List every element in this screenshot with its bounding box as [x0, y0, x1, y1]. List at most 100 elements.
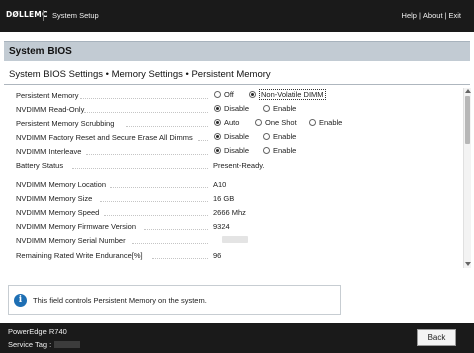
setting-row-persistent-memory-scrubbing: Persistent Memory Scrubbing Auto One Sho…	[4, 116, 464, 130]
radio-icon	[263, 147, 270, 154]
option-label: Disable	[224, 104, 250, 113]
setting-label: NVDIMM Memory Speed	[16, 208, 100, 217]
about-link[interactable]: About	[423, 11, 443, 20]
radio-icon	[263, 133, 270, 140]
setting-row-nvdimm-serial-number: NVDIMM Memory Serial Number	[4, 233, 464, 247]
server-model: PowerEdge R740	[8, 327, 67, 336]
leader-dots	[86, 154, 208, 155]
setting-value: A10	[213, 180, 227, 189]
settings-scrollbar[interactable]	[463, 88, 471, 268]
setting-label: NVDIMM Memory Size	[16, 194, 93, 203]
footer-bar: PowerEdge R740 Service Tag :	[0, 323, 474, 353]
option-label: Enable	[273, 104, 297, 113]
scroll-thumb[interactable]	[465, 96, 470, 144]
setting-row-nvdimm-firmware-version: NVDIMM Memory Firmware Version 9324	[4, 219, 464, 233]
radio-selected-icon	[214, 119, 221, 126]
redaction-block	[222, 236, 248, 243]
setting-label: NVDIMM Factory Reset and Secure Erase Al…	[16, 133, 193, 142]
leader-dots	[84, 112, 208, 113]
option-label: Auto	[224, 118, 240, 127]
setting-label: Persistent Memory	[16, 91, 79, 100]
setting-value: 2666 Mhz	[213, 208, 246, 217]
radio-selected-icon	[249, 91, 256, 98]
info-icon: i	[14, 294, 27, 307]
scrubbing-auto-radio[interactable]: Auto	[214, 118, 239, 127]
scrubbing-enable-radio[interactable]: Enable	[309, 118, 342, 127]
setting-value: 9324	[213, 222, 230, 231]
option-label: Enable	[273, 132, 297, 141]
exit-link[interactable]: Exit	[448, 11, 461, 20]
help-text: This field controls Persistent Memory on…	[33, 296, 207, 305]
persistent-memory-off-radio[interactable]: Off	[214, 90, 234, 99]
back-button[interactable]: Back	[417, 329, 456, 346]
option-label: Disable	[224, 146, 250, 155]
leader-dots	[110, 187, 208, 188]
scroll-down-arrow-icon[interactable]	[465, 262, 471, 266]
radio-icon	[214, 91, 221, 98]
logo-divider	[43, 10, 44, 21]
radio-icon	[255, 119, 262, 126]
setting-label: NVDIMM Read-Only	[16, 105, 85, 114]
setting-label: Battery Status	[16, 161, 64, 170]
leader-dots	[132, 243, 208, 244]
page-title: System BIOS	[9, 46, 72, 57]
setting-row-nvdimm-memory-size: NVDIMM Memory Size 16 GB	[4, 191, 464, 205]
factory-reset-disable-radio[interactable]: Disable	[214, 132, 249, 141]
top-bar: DØLLEMC System Setup Help | About | Exit	[0, 0, 474, 32]
setting-value: 16 GB	[213, 194, 235, 203]
persistent-memory-nvdimm-radio[interactable]: Non-Volatile DIMM	[249, 89, 326, 100]
app-title: System Setup	[52, 11, 99, 20]
radio-selected-icon	[214, 147, 221, 154]
option-label: Enable	[273, 146, 297, 155]
setting-value: 96	[213, 251, 222, 260]
radio-selected-icon	[214, 105, 221, 112]
service-tag-redacted	[54, 341, 81, 348]
header-links: Help | About | Exit	[402, 11, 461, 20]
option-label: Non-Volatile DIMM	[259, 89, 326, 100]
setting-label: NVDIMM Memory Serial Number	[16, 236, 126, 245]
scrubbing-one-shot-radio[interactable]: One Shot	[255, 118, 297, 127]
setting-row-remaining-endurance: Remaining Rated Write Endurance[%] 96	[4, 248, 464, 262]
setting-label: NVDIMM Interleave	[16, 147, 82, 156]
setting-row-nvdimm-memory-speed: NVDIMM Memory Speed 2666 Mhz	[4, 205, 464, 219]
help-link[interactable]: Help	[402, 11, 417, 20]
option-label: Off	[224, 90, 234, 99]
option-label: Disable	[224, 132, 250, 141]
setting-row-nvdimm-read-only: NVDIMM Read-Only Disable Enable	[4, 102, 464, 116]
leader-dots	[100, 201, 208, 202]
leader-dots	[126, 126, 208, 127]
leader-dots	[104, 215, 208, 216]
factory-reset-enable-radio[interactable]: Enable	[263, 132, 296, 141]
help-panel: i This field controls Persistent Memory …	[8, 285, 341, 315]
setting-row-nvdimm-memory-location: NVDIMM Memory Location A10	[4, 177, 464, 191]
setting-value: Present-Ready.	[213, 161, 265, 170]
setting-row-nvdimm-factory-reset: NVDIMM Factory Reset and Secure Erase Al…	[4, 130, 464, 144]
page-title-bar: System BIOS	[4, 41, 470, 61]
setting-label: NVDIMM Memory Location	[16, 180, 107, 189]
nvdimm-read-only-disable-radio[interactable]: Disable	[214, 104, 249, 113]
setting-label: NVDIMM Memory Firmware Version	[16, 222, 137, 231]
serial-number-redacted	[222, 236, 248, 245]
nvdimm-read-only-enable-radio[interactable]: Enable	[263, 104, 296, 113]
interleave-disable-radio[interactable]: Disable	[214, 146, 249, 155]
setting-label: Remaining Rated Write Endurance[%]	[16, 251, 143, 260]
leader-dots	[198, 140, 208, 141]
radio-icon	[263, 105, 270, 112]
option-label: One Shot	[265, 118, 297, 127]
service-tag: Service Tag :	[8, 340, 81, 349]
radio-selected-icon	[214, 133, 221, 140]
interleave-enable-radio[interactable]: Enable	[263, 146, 296, 155]
setting-row-battery-status: Battery Status Present-Ready.	[4, 158, 464, 172]
breadcrumb-divider	[4, 84, 470, 85]
leader-dots	[152, 258, 208, 259]
leader-dots	[144, 229, 208, 230]
scroll-up-arrow-icon[interactable]	[465, 89, 471, 93]
radio-icon	[309, 119, 316, 126]
setting-row-nvdimm-interleave: NVDIMM Interleave Disable Enable	[4, 144, 464, 158]
setting-row-persistent-memory: Persistent Memory Off Non-Volatile DIMM	[4, 88, 464, 102]
leader-dots	[80, 98, 208, 99]
option-label: Enable	[319, 118, 343, 127]
dell-emc-logo: DØLLEMC	[6, 10, 48, 19]
service-tag-label: Service Tag :	[8, 340, 52, 349]
breadcrumb: System BIOS Settings • Memory Settings •…	[9, 69, 271, 80]
